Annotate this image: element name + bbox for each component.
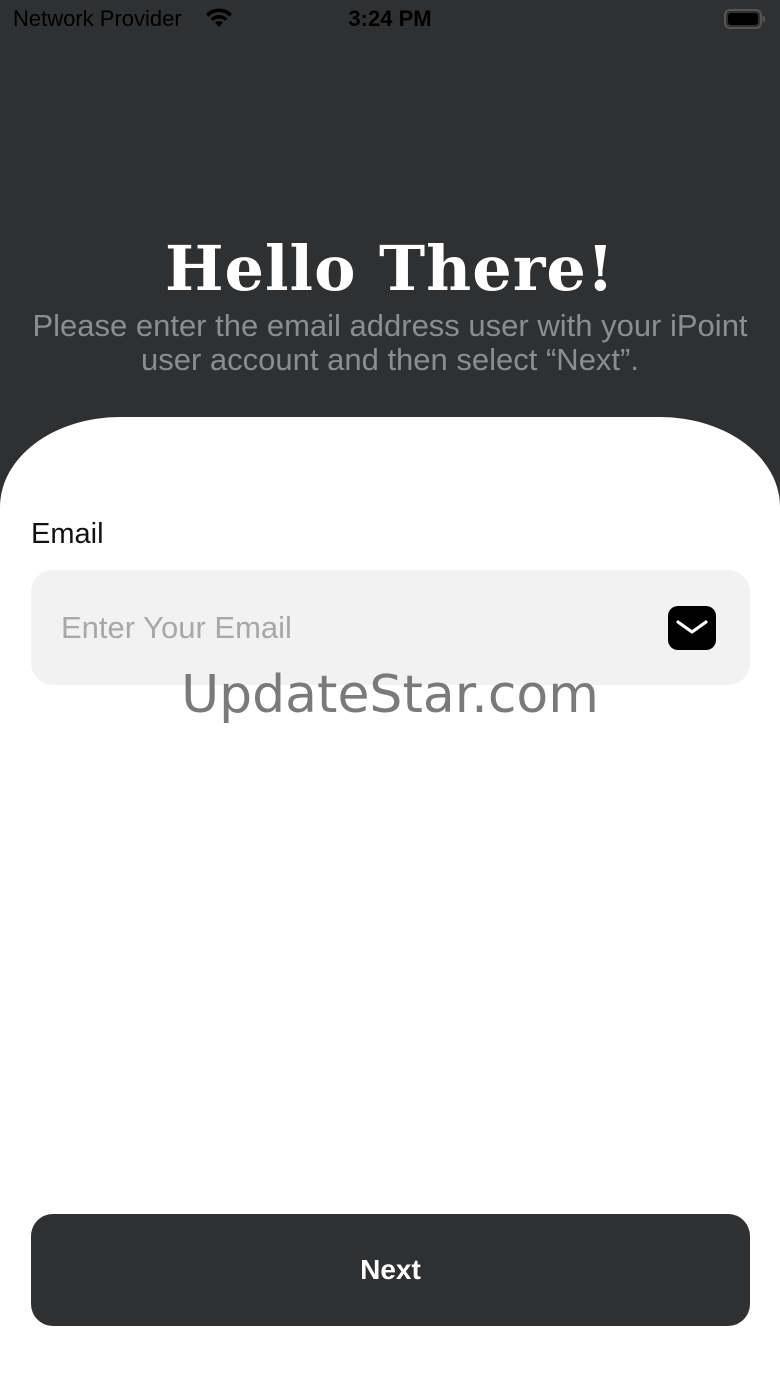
battery-icon — [724, 9, 765, 29]
watermark-text: UpdateStar.com — [181, 665, 599, 725]
status-time: 3:24 PM — [348, 6, 432, 31]
login-screen: Network Provider 3:24 PM Hello There! Pl… — [0, 0, 780, 1387]
email-label: Email — [31, 518, 104, 550]
mail-icon — [668, 606, 716, 650]
next-button[interactable]: Next — [31, 1214, 750, 1326]
page-subtitle: Please enter the email address user with… — [32, 308, 748, 377]
status-bar: Network Provider 3:24 PM — [0, 0, 780, 40]
page-title: Hello There! — [164, 232, 616, 305]
